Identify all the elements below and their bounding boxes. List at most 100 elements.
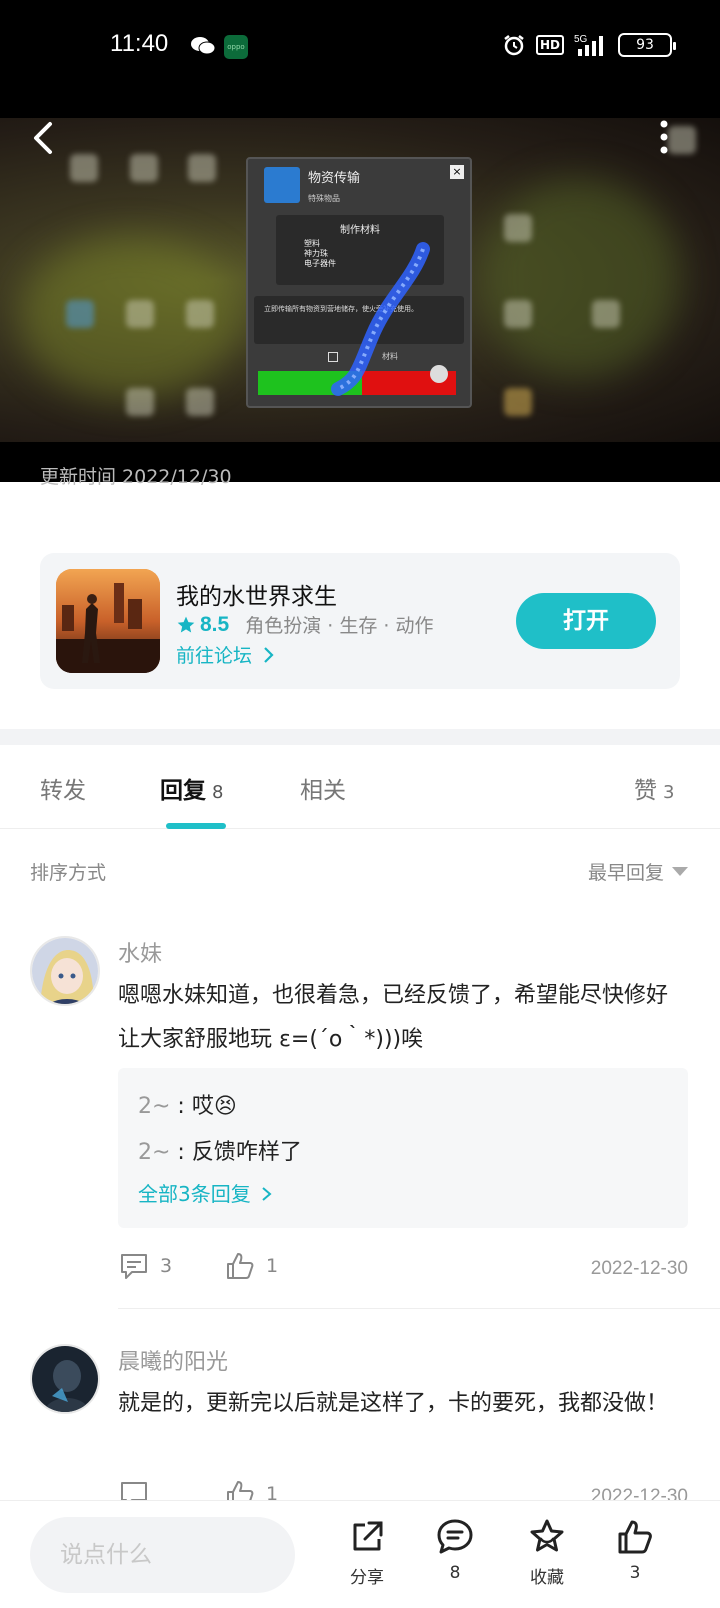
comment-reply-button[interactable]: 3 xyxy=(118,1250,172,1282)
favorite-label: 收藏 xyxy=(530,1568,564,1588)
sort-value: 最早回复 xyxy=(587,862,664,884)
status-icons: HD 5G 93 xyxy=(502,33,676,57)
game-card[interactable]: 我的水世界求生 8.5 角色扮演 · 生存 · 动作 前往论坛 打开 xyxy=(40,553,680,689)
touch-trail-graphic xyxy=(331,242,430,396)
reply-line: 2~ : 哎😣 xyxy=(138,1094,237,1119)
game-meta: 8.5 角色扮演 · 生存 · 动作 xyxy=(176,611,433,638)
reply-text: 哎😣 xyxy=(191,1094,237,1119)
avatar[interactable] xyxy=(30,936,100,1006)
avatar-image xyxy=(32,1346,98,1412)
comment-username[interactable]: 晨曦的阳光 xyxy=(118,1344,228,1376)
status-time: 11:40 xyxy=(110,30,169,57)
media-blur xyxy=(186,300,214,328)
thumbs-up-icon xyxy=(618,1520,652,1554)
reply-text: 反馈咋样了 xyxy=(191,1140,302,1165)
chevron-right-icon xyxy=(264,647,274,663)
comment-text: 嗯嗯水妹知道，也很着急，已经反馈了，希望能尽快修好让大家舒服地玩 ε=(´ο｀*… xyxy=(118,983,669,1052)
tab-reply-count: 8 xyxy=(212,782,224,803)
tab-related-label: 相关 xyxy=(300,778,346,804)
media-blur xyxy=(66,300,94,328)
game-name: 我的水世界求生 xyxy=(176,584,337,610)
alarm-icon xyxy=(504,35,524,56)
comment-like-button[interactable]: 1 xyxy=(224,1250,278,1282)
dialog-title: 物资传输 xyxy=(308,171,361,186)
tab-like-count: 3 xyxy=(663,782,675,803)
tab-forward-label: 转发 xyxy=(40,778,86,804)
comment-reply-count: 3 xyxy=(160,1255,173,1277)
game-app-icon xyxy=(56,569,160,673)
bottom-action-bar: 分享 8 收藏 3 xyxy=(0,1500,720,1608)
media-blur xyxy=(70,154,98,182)
comment-username[interactable]: 水妹 xyxy=(118,936,162,968)
chevron-right-icon xyxy=(262,1187,272,1201)
reply-username: 2~ xyxy=(138,1140,171,1165)
like-count: 3 xyxy=(629,1563,641,1583)
avatar[interactable] xyxy=(30,1344,100,1414)
media-blur xyxy=(130,154,158,182)
star-icon xyxy=(177,616,195,632)
more-vertical-icon[interactable] xyxy=(658,120,670,154)
reply-username: 2~ xyxy=(138,1094,171,1119)
network-label: 5G xyxy=(574,34,588,45)
tab-like[interactable]: 赞3 xyxy=(634,771,674,805)
reply-preview-box[interactable]: 2~ : 哎😣 2~ : 反馈咋样了 全部3条回复 xyxy=(118,1068,688,1228)
forum-link-label: 前往论坛 xyxy=(176,645,253,667)
comment-text: 就是的，更新完以后就是这样了，卡的要死，我都没做！ xyxy=(118,1391,669,1416)
comment-actions: 3 1 2022-12-30 xyxy=(118,1250,688,1290)
oppo-app-icon: oppo xyxy=(224,35,248,59)
reply-line: 2~ : 反馈咋样了 xyxy=(138,1140,302,1165)
dialog-subtitle: 特殊物品 xyxy=(308,194,340,203)
media-blur xyxy=(186,388,214,416)
tab-like-label: 赞 xyxy=(634,778,657,804)
share-icon xyxy=(353,1521,383,1551)
game-rating: 8.5 xyxy=(200,612,230,636)
comments-count: 8 xyxy=(449,1563,461,1583)
active-tab-indicator xyxy=(166,823,226,829)
media-blur xyxy=(504,300,532,328)
tab-reply[interactable]: 回复 8 xyxy=(160,771,223,805)
hd-icon: HD xyxy=(535,35,564,55)
close-icon: × xyxy=(450,165,464,179)
share-label: 分享 xyxy=(350,1568,384,1588)
comment-divider xyxy=(118,1308,720,1309)
media-blur xyxy=(592,300,620,328)
star-outline-icon xyxy=(530,1519,564,1552)
avatar-image xyxy=(32,938,98,1004)
all-replies-label: 全部3条回复 xyxy=(138,1182,251,1206)
tab-related[interactable]: 相关 xyxy=(300,771,346,805)
back-icon[interactable] xyxy=(28,118,58,158)
media-blur xyxy=(504,388,532,416)
comment-icon xyxy=(121,1254,147,1279)
sort-label: 排序方式 xyxy=(30,862,107,884)
game-art xyxy=(56,569,160,673)
wechat-icon xyxy=(191,37,216,55)
tab-forward[interactable]: 转发 xyxy=(40,771,86,805)
sort-dropdown[interactable]: 最早回复 xyxy=(588,858,688,885)
update-time: 更新时间 2022/12/30 xyxy=(40,466,232,488)
materials-title: 制作材料 xyxy=(340,225,380,236)
share-button[interactable]: 分享 xyxy=(332,1517,402,1588)
media-blur xyxy=(188,154,216,182)
game-tags: 角色扮演 · 生存 · 动作 xyxy=(245,615,434,637)
section-divider xyxy=(0,729,720,745)
comment-bubble-icon xyxy=(437,1519,473,1554)
media-blur xyxy=(126,388,154,416)
tab-bar: 转发 回复 8 相关 赞3 xyxy=(0,745,720,829)
comment-input[interactable] xyxy=(30,1517,295,1593)
media-blur xyxy=(668,126,696,154)
signal-icon: 5G xyxy=(574,34,603,56)
media-blur xyxy=(504,214,532,242)
favorite-button[interactable]: 收藏 xyxy=(512,1517,582,1588)
all-replies-link[interactable]: 全部3条回复 xyxy=(138,1178,273,1207)
status-bar: 11:40 oppo HD 5G 93 xyxy=(0,0,720,118)
open-game-button[interactable]: 打开 xyxy=(516,593,656,649)
tab-reply-label: 回复 xyxy=(160,778,206,804)
comment-like-count: 1 xyxy=(266,1255,279,1277)
media-glow xyxy=(480,178,680,378)
game-dialog-screenshot: 物资传输 特殊物品 × 制作材料 塑料 神力珠 电子器件 立即传输所有物资到营地… xyxy=(246,157,472,408)
like-button[interactable]: 3 xyxy=(600,1517,670,1583)
comments-button[interactable]: 8 xyxy=(420,1517,490,1583)
battery-indicator: 93 xyxy=(618,33,676,57)
forum-link[interactable]: 前往论坛 xyxy=(176,641,276,668)
media-blur xyxy=(126,300,154,328)
